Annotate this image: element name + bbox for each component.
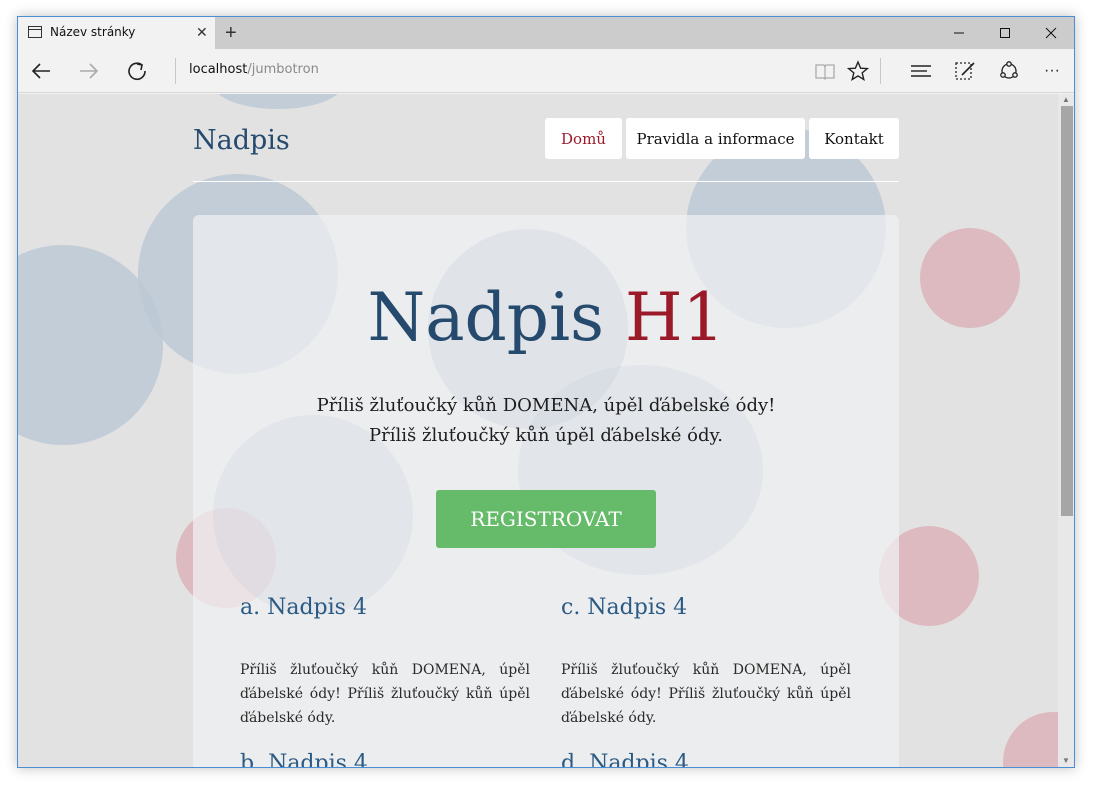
tab-bar: Název stránky ✕ + <box>18 17 1074 49</box>
tab-title: Název stránky <box>50 25 136 39</box>
page-icon <box>28 26 42 38</box>
column-heading-c: c. Nadpis 4 <box>561 595 688 620</box>
reading-view-icon <box>815 64 835 80</box>
browser-toolbar: localhost/jumbotron ··· <box>18 49 1074 93</box>
share-icon <box>1000 61 1018 79</box>
bg-circle <box>920 228 1020 328</box>
nav-item-contact[interactable]: Kontakt <box>809 118 899 159</box>
browser-tab[interactable]: Název stránky ✕ <box>18 17 215 49</box>
scroll-up-icon[interactable]: ▲ <box>1062 95 1070 104</box>
jumbotron: Nadpis H1 Příliš žluťoučký kůň DOMENA, ú… <box>193 215 899 768</box>
favorite-button[interactable] <box>846 59 870 83</box>
address-bar[interactable]: localhost/jumbotron <box>189 62 319 77</box>
new-tab-button[interactable]: + <box>225 21 237 45</box>
address-path: /jumbotron <box>247 62 319 77</box>
scroll-thumb[interactable] <box>1061 106 1073 516</box>
hub-icon <box>911 65 931 77</box>
address-separator <box>175 58 176 84</box>
maximize-icon <box>1000 28 1010 38</box>
register-button[interactable]: REGISTROVAT <box>436 490 656 548</box>
minimize-button[interactable] <box>936 17 982 49</box>
hero-lead-line1: Příliš žluťoučký kůň DOMENA, úpěl ďábels… <box>316 395 776 416</box>
back-icon <box>31 63 50 79</box>
hero-heading-main: Nadpis <box>367 279 605 356</box>
forward-icon <box>80 63 99 79</box>
back-button[interactable] <box>29 59 53 83</box>
hero-lead: Příliš žluťoučký kůň DOMENA, úpěl ďábels… <box>193 391 899 451</box>
column-text-a: Příliš žluťoučký kůň DOMENA, úpěl ďábels… <box>240 662 530 726</box>
forward-button[interactable] <box>77 59 101 83</box>
nav-item-rules[interactable]: Pravidla a informace <box>626 118 805 159</box>
toolbar-separator <box>880 58 881 84</box>
hero-heading-accent: H1 <box>625 279 725 356</box>
favorite-star-icon <box>847 60 869 81</box>
page-viewport: Nadpis Domů Pravidla a informace Kontakt… <box>18 94 1058 768</box>
refresh-button[interactable] <box>125 59 149 83</box>
reading-view-button[interactable] <box>813 59 837 83</box>
more-button[interactable]: ··· <box>1040 59 1064 83</box>
browser-window: Název stránky ✕ + localhost/jumbotron ··… <box>17 16 1075 768</box>
column-text-c: Příliš žluťoučký kůň DOMENA, úpěl ďábels… <box>561 662 851 726</box>
header-divider <box>193 181 899 182</box>
share-button[interactable] <box>997 59 1021 83</box>
scroll-down-icon[interactable]: ▼ <box>1062 756 1070 765</box>
vertical-scrollbar[interactable]: ▲ ▼ <box>1058 94 1074 767</box>
minimize-icon <box>954 32 964 34</box>
site-title[interactable]: Nadpis <box>193 125 290 156</box>
web-note-button[interactable] <box>953 59 977 83</box>
bg-circle <box>213 94 343 109</box>
bg-circle <box>1003 712 1058 767</box>
web-note-icon <box>955 62 975 80</box>
nav-item-home[interactable]: Domů <box>545 118 622 159</box>
refresh-icon <box>128 62 146 81</box>
maximize-button[interactable] <box>982 17 1028 49</box>
hero-lead-line2: Příliš žluťoučký kůň úpěl ďábelské ódy. <box>369 425 723 446</box>
close-icon <box>1045 27 1057 39</box>
close-window-button[interactable] <box>1028 17 1074 49</box>
hub-button[interactable] <box>909 59 933 83</box>
address-host: localhost <box>189 62 248 77</box>
column-heading-a: a. Nadpis 4 <box>240 595 367 620</box>
column-heading-b: b. Nadpis 4 <box>240 751 368 768</box>
hero-heading: Nadpis H1 <box>193 279 899 356</box>
tab-close-icon[interactable]: ✕ <box>196 24 208 40</box>
column-heading-d: d. Nadpis 4 <box>561 751 689 768</box>
